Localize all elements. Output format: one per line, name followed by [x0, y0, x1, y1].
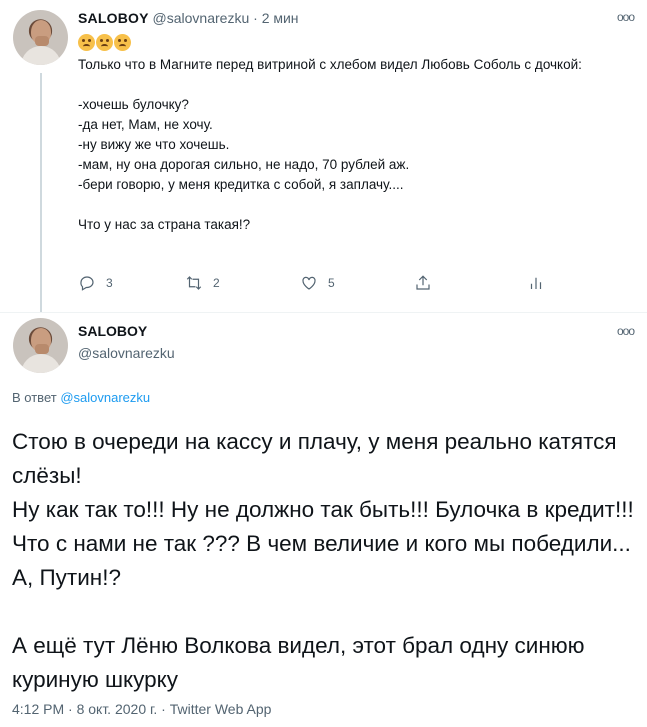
reply-icon	[80, 276, 94, 291]
retweet-button[interactable]: 2	[185, 274, 220, 292]
confounded-face-icon	[78, 34, 95, 51]
tweet-text: Стою в очереди на кассу и плачу, у меня …	[12, 425, 637, 697]
share-icon	[416, 275, 430, 290]
avatar-hand	[35, 36, 49, 46]
tweet-time[interactable]: 2 мин	[262, 10, 299, 26]
more-options-icon[interactable]: ooo	[617, 10, 635, 24]
tweet-text-content: Стою в очереди на кассу и плачу, у меня …	[12, 429, 634, 692]
reply-to-line: В ответ @salovnarezku	[12, 390, 150, 405]
reply-prefix: В ответ	[12, 390, 57, 405]
confounded-face-icon	[96, 34, 113, 51]
author-name[interactable]: SALOBOY	[78, 323, 147, 339]
tweet-text-content: Только что в Магните перед витриной с хл…	[78, 57, 582, 232]
like-count: 5	[328, 276, 335, 290]
avatar[interactable]	[13, 318, 68, 373]
analytics-icon	[530, 277, 542, 289]
like-button[interactable]: 5	[300, 274, 335, 292]
avatar[interactable]	[13, 10, 68, 65]
reply-button[interactable]: 3	[78, 274, 113, 292]
tweet-text: Только что в Магните перед витриной с хл…	[78, 55, 638, 235]
heart-icon	[302, 276, 316, 290]
emoji-row	[78, 34, 132, 54]
tweet-actions: 3 2 5	[78, 274, 548, 294]
tweet-header: SALOBOY @salovnarezku · 2 мин	[78, 10, 299, 26]
share-button[interactable]	[414, 274, 432, 292]
more-options-icon[interactable]: ooo	[617, 324, 635, 338]
author-handle[interactable]: @salovnarezku	[153, 10, 250, 26]
retweet-count: 2	[213, 276, 220, 290]
tweet-divider	[0, 312, 647, 313]
thread-line	[40, 73, 42, 313]
author-name[interactable]: SALOBOY	[78, 10, 149, 26]
avatar-shirt	[21, 46, 61, 65]
tweet-original[interactable]: SALOBOY @salovnarezku · 2 мин ooo Только…	[0, 0, 647, 313]
separator-dot: ·	[253, 10, 258, 26]
author-handle[interactable]: @salovnarezku	[78, 345, 175, 361]
avatar-hand	[35, 344, 49, 354]
retweet-icon	[186, 276, 202, 290]
analytics-button[interactable]	[527, 274, 545, 292]
reply-handle-link[interactable]: @salovnarezku	[60, 390, 150, 405]
reply-count: 3	[106, 276, 113, 290]
avatar-shirt	[21, 354, 61, 373]
confounded-face-icon	[114, 34, 131, 51]
tweet-timestamp-source[interactable]: 4:12 PM · 8 окт. 2020 г. · Twitter Web A…	[12, 701, 271, 717]
